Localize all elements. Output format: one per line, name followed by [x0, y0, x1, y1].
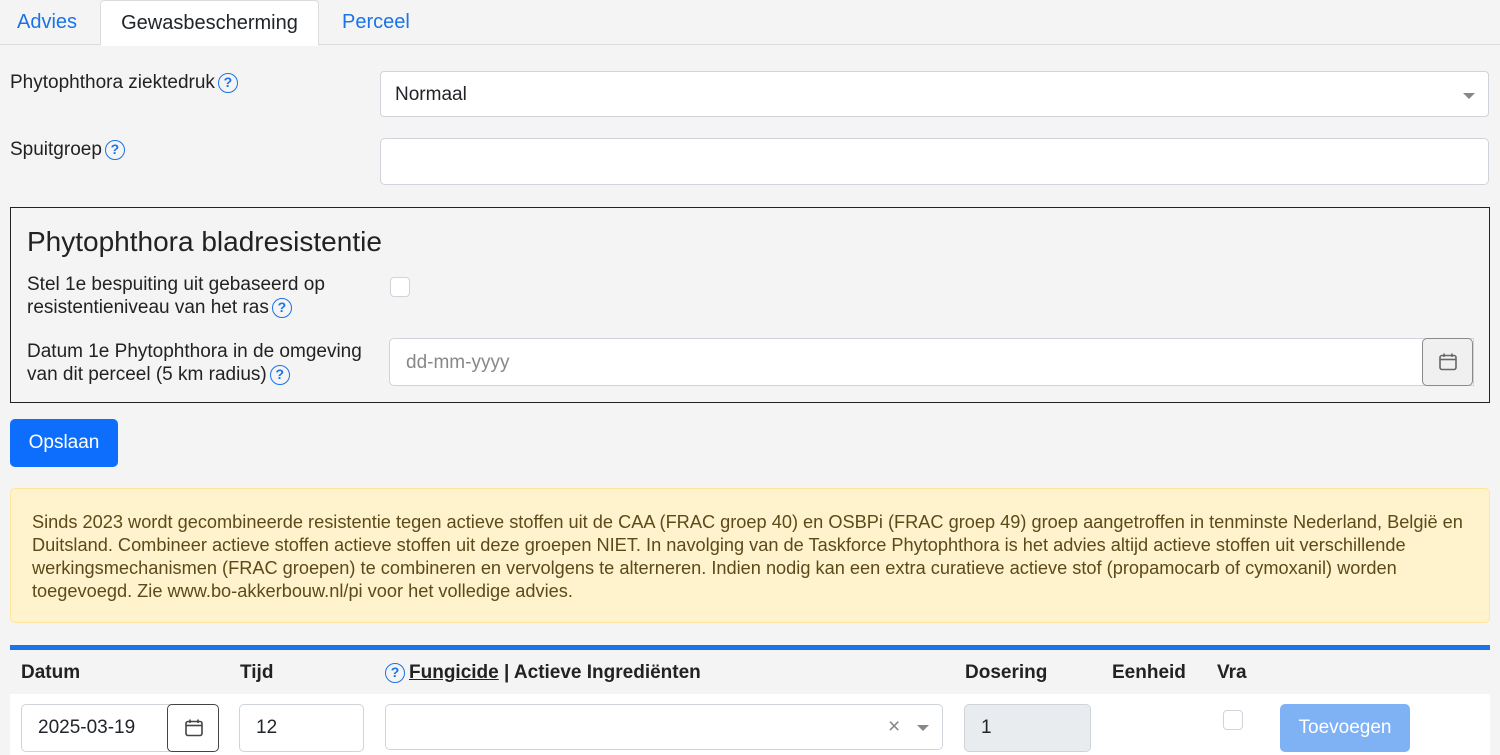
help-icon[interactable]: ? [269, 365, 290, 385]
spuitgroep-input[interactable] [380, 138, 1489, 185]
header-datum: Datum [21, 662, 81, 683]
omgeving-datum-label-line2: van dit perceel (5 km radius) [27, 364, 267, 385]
save-button[interactable]: Opslaan [10, 419, 118, 467]
row-datum-value: 2025-03-19 [38, 717, 136, 738]
table-top-border [10, 645, 1490, 650]
help-icon[interactable]: ? [104, 140, 125, 160]
ziektedruk-selected-value: Normaal [395, 84, 467, 105]
calendar-icon [185, 719, 203, 737]
header-separator: | [498, 662, 514, 683]
row-fungicide-select[interactable]: × [385, 704, 943, 750]
header-dosering: Dosering [965, 662, 1048, 683]
header-eenheid: Eenheid [1112, 662, 1186, 683]
fungicide-sort-link[interactable]: Fungicide [409, 662, 499, 683]
help-icon[interactable]: ? [217, 73, 238, 93]
spuitgroep-label: Spuitgroep? [10, 139, 125, 161]
calendar-button[interactable] [1422, 338, 1473, 386]
row-calendar-button[interactable] [167, 704, 219, 752]
bladresistentie-title: Phytophthora bladresistentie [27, 226, 382, 257]
uitstel-label: Stel 1e bespuiting uit gebaseerd op resi… [27, 273, 325, 319]
omgeving-datum-input[interactable]: dd-mm-yyyy [389, 338, 1474, 386]
row-tijd-value: 12 [256, 717, 278, 738]
chevron-down-icon [917, 725, 929, 731]
header-fungicide: ? Fungicide | Actieve Ingrediënten [385, 662, 701, 684]
row-tijd-input[interactable]: 12 [239, 704, 364, 752]
spuitgroep-label-text: Spuitgroep [10, 139, 102, 160]
date-placeholder: dd-mm-yyyy [406, 352, 510, 373]
help-icon[interactable]: ? [385, 663, 405, 683]
bladresistentie-panel: Phytophthora bladresistentie Stel 1e bes… [10, 207, 1490, 403]
tab-perceel[interactable]: Perceel [342, 0, 410, 45]
omgeving-datum-label-line1: Datum 1e Phytophthora in de omgeving [27, 341, 362, 362]
add-row-button[interactable]: Toevoegen [1280, 704, 1410, 752]
clear-icon[interactable]: × [888, 715, 900, 739]
tab-gewasbescherming[interactable]: Gewasbescherming [100, 0, 319, 46]
ziektedruk-label-text: Phytophthora ziektedruk [10, 72, 215, 93]
row-vra-checkbox[interactable] [1223, 710, 1243, 730]
row-datum-input[interactable]: 2025-03-19 [21, 704, 171, 752]
ziektedruk-label: Phytophthora ziektedruk? [10, 72, 238, 94]
calendar-icon [1439, 353, 1457, 371]
header-ingredienten: Actieve Ingrediënten [513, 662, 701, 683]
row-dosering-input[interactable]: 1 [964, 704, 1091, 752]
tab-bar: Advies Gewasbescherming Perceel [0, 0, 1500, 46]
resistance-warning-alert: Sinds 2023 wordt gecombineerde resistent… [10, 488, 1490, 623]
header-tijd: Tijd [240, 662, 274, 683]
help-icon[interactable]: ? [271, 298, 292, 318]
uitstel-checkbox[interactable] [390, 277, 410, 297]
header-vra: Vra [1217, 662, 1247, 683]
row-dosering-value: 1 [981, 717, 992, 738]
uitstel-label-line2: resistentieniveau van het ras [27, 297, 269, 318]
chevron-down-icon [1463, 93, 1475, 99]
uitstel-label-line1: Stel 1e bespuiting uit gebaseerd op [27, 274, 325, 295]
tab-advies[interactable]: Advies [17, 0, 77, 45]
ziektedruk-select[interactable]: Normaal [380, 71, 1489, 117]
omgeving-datum-label: Datum 1e Phytophthora in de omgeving van… [27, 340, 362, 386]
